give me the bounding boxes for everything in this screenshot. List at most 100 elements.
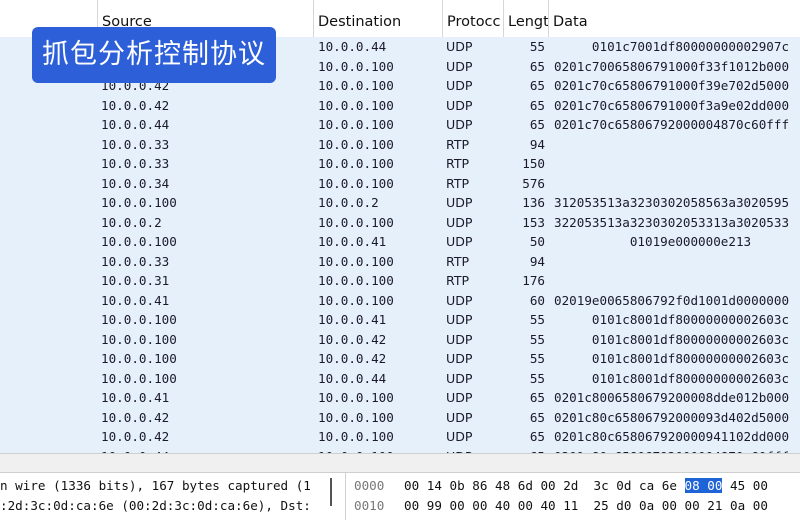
packet-destination: 10.0.0.42 (318, 351, 387, 366)
packet-protocol: RTP (446, 156, 470, 171)
packet-row[interactable]: 10.0.0.31 10.0.0.100 RTP 176 (0, 271, 800, 291)
packet-data: 0201c70c65806791000f3a9e02dd000 (554, 97, 790, 113)
byte-hex-line[interactable]: 00 14 0b 86 48 6d 00 2d 3c 0d ca 6e 08 0… (404, 476, 768, 496)
byte-hex-selected: 08 00 (684, 478, 723, 493)
packet-data (554, 174, 800, 194)
packet-row[interactable]: 10.0.0.100 10.0.0.2 UDP 136 312053513a323030… (0, 193, 800, 213)
caption-banner: 抓包分析控制协议 (32, 27, 276, 83)
packet-data: 0101c8001df80000000002603c (554, 370, 790, 386)
packet-length: 65 (529, 390, 545, 405)
packet-source: 10.0.0.42 (101, 97, 170, 113)
packet-data (554, 135, 800, 155)
detail-line-ethernet[interactable]: :2d:3c:0d:ca:6e (00:2d:3c:0d:ca:6e), Dst… (0, 496, 311, 516)
byte-hex: 00 14 0b 86 48 6d 00 2d 3c 0d ca 6e (404, 478, 685, 493)
packet-source: 10.0.0.41 (101, 390, 170, 405)
packet-source: 10.0.0.44 (101, 117, 170, 132)
packet-protocol: UDP (446, 390, 473, 405)
packet-source: 10.0.0.34 (101, 175, 170, 191)
packet-length: 150 (522, 156, 545, 171)
packet-bytes-pane[interactable]: 0000 00 14 0b 86 48 6d 00 2d 3c 0d ca 6e … (345, 473, 800, 520)
packet-protocol: RTP (446, 253, 470, 269)
byte-hex-line[interactable]: 00 64 1f 41 56 00 00 85 1e 85 89 c0 ed 7… (404, 516, 768, 520)
packet-data: 0201c80c658067920000941102dd000 (554, 429, 790, 444)
packet-source: 10.0.0.2 (101, 214, 162, 230)
packet-destination: 10.0.0.100 (318, 175, 394, 191)
byte-offset: 0020 (354, 516, 384, 520)
packet-row[interactable]: 10.0.0.100 10.0.0.41 UDP 55 0101c8001df8000… (0, 310, 800, 330)
packet-protocol: RTP (446, 273, 470, 288)
packet-protocol: RTP (446, 136, 470, 152)
packet-source: 10.0.0.33 (101, 253, 170, 269)
packet-data: 0201c70c65806791000f39e702d5000 (554, 78, 790, 93)
packet-protocol: UDP (446, 234, 473, 249)
packet-row[interactable]: 10.0.0.41 10.0.0.100 UDP 65 0201c80065806792… (0, 388, 800, 408)
packet-destination: 10.0.0.100 (318, 136, 394, 152)
packet-length: 55 (529, 39, 545, 54)
packet-protocol: UDP (446, 214, 473, 230)
detail-line-frame[interactable]: n wire (1336 bits), 167 bytes captured (… (0, 476, 311, 496)
packet-source: 10.0.0.33 (101, 136, 170, 152)
byte-hex: 00 99 00 00 40 00 40 11 25 d0 0a 00 00 2… (404, 498, 768, 513)
packet-data: 0101c8001df80000000002603c (554, 351, 790, 366)
packet-protocol: RTP (446, 175, 470, 191)
packet-row[interactable]: 10.0.0.41 10.0.0.100 UDP 60 02019e0065806792… (0, 290, 800, 310)
packet-source: 10.0.0.100 (101, 351, 177, 366)
column-header-data[interactable]: Data (548, 0, 800, 37)
packet-source: 10.0.0.42 (101, 409, 170, 425)
packet-destination: 10.0.0.41 (318, 312, 387, 327)
packet-destination: 10.0.0.41 (318, 234, 387, 249)
packet-length: 55 (529, 331, 545, 347)
column-header-destination[interactable]: Destination (313, 0, 442, 37)
packet-row[interactable]: 10.0.0.44 10.0.0.100 UDP 65 0201c70c65806792… (0, 115, 800, 135)
pane-splitter-handle[interactable] (330, 478, 332, 506)
packet-source: 10.0.0.100 (101, 370, 177, 386)
packet-row[interactable]: 10.0.0.33 10.0.0.100 RTP 150 (0, 154, 800, 174)
packet-length: 94 (529, 253, 545, 269)
packet-protocol: UDP (446, 97, 473, 113)
column-header-protocol[interactable]: Protocc (442, 0, 503, 37)
packet-data: 312053513a3230302058563a3020595 (554, 195, 790, 210)
packet-destination: 10.0.0.100 (318, 214, 394, 230)
packet-protocol: UDP (446, 312, 473, 327)
packet-row[interactable]: 10.0.0.34 10.0.0.100 RTP 576 (0, 173, 800, 194)
packet-row[interactable]: 10.0.0.33 10.0.0.100 RTP 94 (0, 134, 800, 155)
packet-protocol: UDP (446, 429, 473, 444)
byte-hex: 45 00 (722, 478, 768, 493)
column-header-length[interactable]: Lengt (503, 0, 548, 37)
packet-protocol: UDP (446, 195, 473, 210)
packet-length: 55 (529, 370, 545, 386)
packet-row[interactable]: 10.0.0.100 10.0.0.42 UDP 55 0101c8001df8000… (0, 349, 800, 369)
packet-details-pane[interactable]: n wire (1336 bits), 167 bytes captured (… (0, 473, 344, 520)
pane-divider[interactable] (0, 453, 800, 473)
packet-row[interactable]: 10.0.0.100 10.0.0.44 UDP 55 0101c8001df8000… (0, 368, 800, 388)
packet-data: 0101c8001df80000000002603c (554, 312, 790, 327)
packet-data: 02019e0065806792f0d1001d0000000 (554, 292, 790, 308)
packet-destination: 10.0.0.100 (318, 429, 394, 444)
packet-row[interactable]: 10.0.0.42 10.0.0.100 UDP 65 0201c80c65806792… (0, 427, 800, 447)
packet-source: 10.0.0.100 (101, 312, 177, 327)
packet-source: 10.0.0.42 (101, 429, 170, 444)
packet-length: 55 (529, 312, 545, 327)
packet-destination: 10.0.0.100 (318, 390, 394, 405)
packet-data (554, 252, 800, 272)
byte-offset: 0010 (354, 498, 385, 513)
packet-destination: 10.0.0.100 (318, 409, 394, 425)
packet-row[interactable]: 10.0.0.33 10.0.0.100 RTP 94 (0, 251, 800, 272)
packet-row[interactable]: 10.0.0.100 10.0.0.41 UDP 50 01019e000000e21… (0, 232, 800, 252)
packet-row[interactable]: 10.0.0.42 10.0.0.100 UDP 65 0201c70c65806791… (0, 95, 800, 115)
packet-row[interactable]: 10.0.0.42 10.0.0.100 UDP 65 0201c80c65806792… (0, 407, 800, 427)
byte-hex-line[interactable]: 00 99 00 00 40 00 40 11 25 d0 0a 00 00 2… (404, 496, 768, 516)
packet-destination: 10.0.0.100 (318, 292, 394, 308)
packet-list[interactable]: 10.0.0.44 UDP 55 0101c7001df80000000002907… (0, 37, 800, 453)
packet-protocol: UDP (446, 58, 473, 74)
packet-row[interactable]: 10.0.0.100 10.0.0.42 UDP 55 0101c8001df8000… (0, 329, 800, 349)
packet-length: 50 (529, 234, 545, 249)
packet-destination: 10.0.0.100 (318, 273, 394, 288)
packet-row[interactable]: 10.0.0.2 10.0.0.100 UDP 153 322053513a323030… (0, 212, 800, 232)
packet-data: 322053513a3230302053313a3020533 (554, 214, 790, 230)
packet-protocol: UDP (446, 370, 473, 386)
packet-protocol: UDP (446, 331, 473, 347)
packet-destination: 10.0.0.100 (318, 253, 394, 269)
packet-data: 0101c8001df80000000002603c (554, 331, 790, 347)
packet-length: 55 (529, 351, 545, 366)
